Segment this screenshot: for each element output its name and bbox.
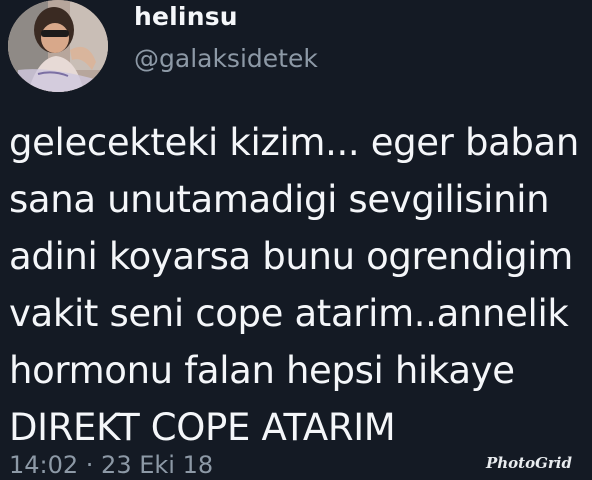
tweet-timestamp[interactable]: 14:02 · 23 Eki 18 [9, 451, 213, 479]
tweet-card: helinsu @galaksidetek gelecekteki kizim.… [0, 0, 592, 480]
photogrid-watermark: PhotoGrid [485, 454, 572, 472]
avatar-photo [8, 0, 108, 92]
author-handle[interactable]: @galaksidetek [134, 44, 318, 73]
tweet-text: gelecekteki kizim... eger baban sana unu… [9, 121, 579, 449]
avatar[interactable] [8, 0, 108, 92]
author-name[interactable]: helinsu [134, 2, 238, 31]
